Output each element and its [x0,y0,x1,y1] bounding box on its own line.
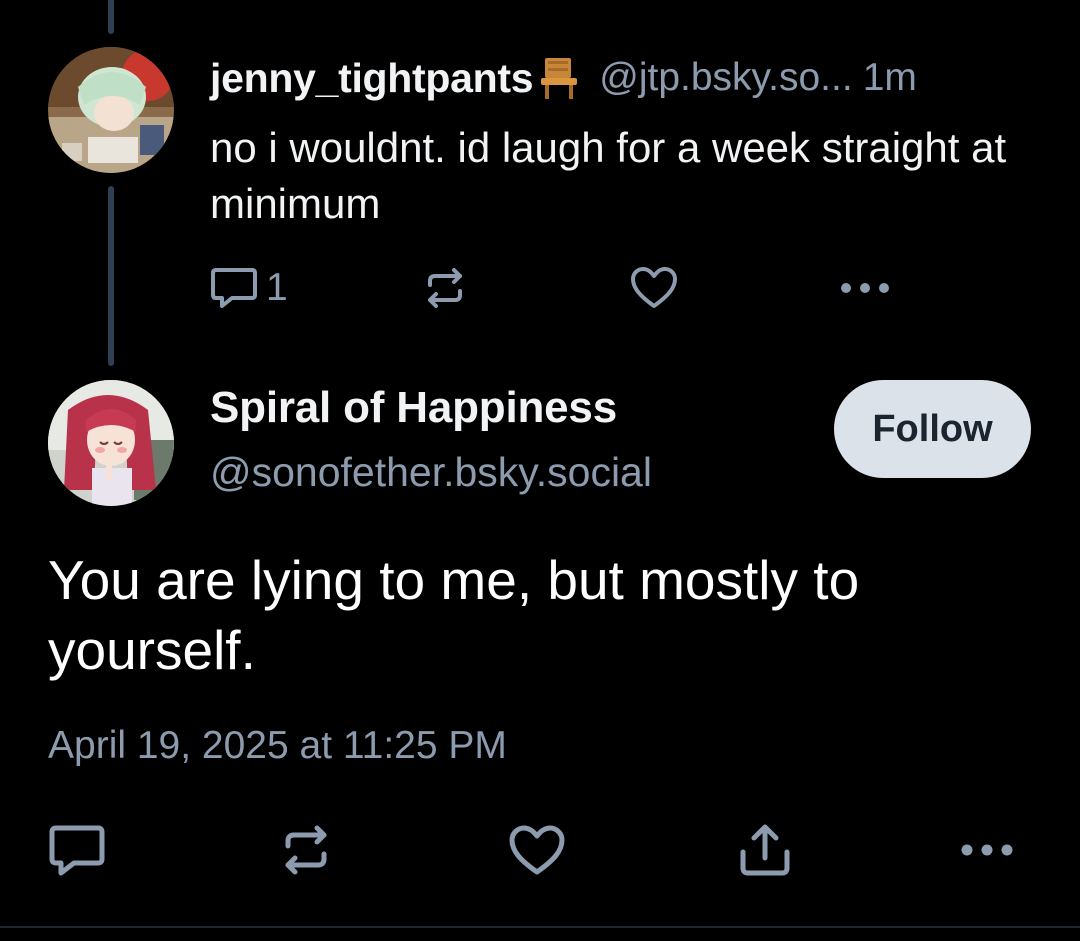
share-icon [738,822,792,878]
thread-line [108,186,114,366]
more-button[interactable] [960,820,1014,880]
divider [0,926,1080,928]
avatar[interactable] [48,47,174,173]
post-timestamp: April 19, 2025 at 11:25 PM [48,724,507,767]
chair-emoji [539,56,579,100]
reply-text: no i wouldnt. id laugh for a week straig… [210,124,1007,227]
post-thread-view: jenny_tightpants @jtp.bsky.so... 1m no i… [0,0,1080,941]
like-button[interactable] [508,820,566,880]
author-name[interactable]: jenny_tightpants [210,55,534,102]
post-text: You are lying to me, but mostly to yours… [48,549,860,681]
thread-line [108,0,114,34]
reply-action-bar: 1 [210,262,1040,314]
avatar[interactable] [48,380,174,506]
author-handle[interactable]: @jtp.bsky.so... [599,56,852,100]
repost-button[interactable] [422,262,468,314]
heart-icon [630,266,678,310]
reply-count: 1 [266,266,288,309]
repost-icon [422,265,468,311]
more-icon [960,843,1014,857]
repost-icon [278,822,334,878]
like-button[interactable] [630,262,678,314]
heart-icon [508,824,566,876]
reply-icon [48,823,106,877]
author-name[interactable]: Spiral of Happiness [210,383,617,433]
post-action-bar [48,820,1028,880]
repost-button[interactable] [278,820,334,880]
reply-header: jenny_tightpants @jtp.bsky.so... 1m [210,50,917,106]
author-handle[interactable]: @sonofether.bsky.social [210,449,652,496]
share-button[interactable] [738,820,792,880]
more-button[interactable] [840,262,890,314]
post-time: 1m [862,56,917,99]
reply-button[interactable] [48,820,106,880]
more-icon [840,282,890,294]
reply-button[interactable]: 1 [210,262,288,314]
follow-button[interactable]: Follow [834,380,1031,478]
reply-icon [210,266,258,310]
